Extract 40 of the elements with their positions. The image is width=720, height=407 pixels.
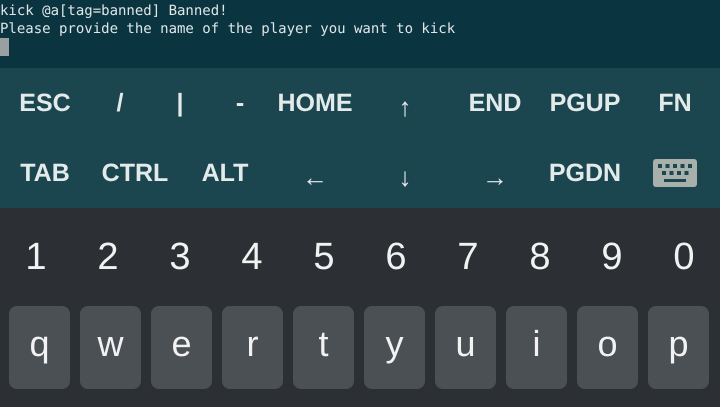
arrow-key[interactable]: ←: [270, 138, 360, 208]
number-key[interactable]: 6: [360, 208, 432, 306]
extra-key[interactable]: CTRL: [90, 138, 180, 208]
terminal-line: kick @a[tag=banned] Banned!: [0, 2, 228, 20]
number-key[interactable]: 4: [216, 208, 288, 306]
letter-key[interactable]: i: [506, 306, 567, 389]
extra-key[interactable]: END: [450, 68, 540, 138]
extra-key[interactable]: FN: [630, 68, 720, 138]
letter-key[interactable]: w: [80, 306, 141, 389]
letter-key[interactable]: y: [364, 306, 425, 389]
number-key[interactable]: 1: [0, 208, 72, 306]
extra-key[interactable]: PGUP: [540, 68, 630, 138]
extra-key[interactable]: PGDN: [540, 138, 630, 208]
number-key[interactable]: 0: [648, 208, 720, 306]
terminal-line: Please provide the name of the player you want to kick: [0, 20, 456, 38]
number-key[interactable]: 7: [432, 208, 504, 306]
letter-key[interactable]: p: [648, 306, 709, 389]
number-key[interactable]: 2: [72, 208, 144, 306]
extra-key[interactable]: |: [150, 68, 210, 138]
extra-key[interactable]: TAB: [0, 138, 90, 208]
number-key[interactable]: 9: [576, 208, 648, 306]
letter-key[interactable]: t: [293, 306, 354, 389]
letter-key[interactable]: e: [151, 306, 212, 389]
number-key[interactable]: 3: [144, 208, 216, 306]
text-cursor: [0, 38, 9, 56]
extra-key[interactable]: -: [210, 68, 270, 138]
arrow-key[interactable]: →: [450, 138, 540, 208]
letter-key[interactable]: u: [435, 306, 496, 389]
extra-key[interactable]: ESC: [0, 68, 90, 138]
number-key[interactable]: 8: [504, 208, 576, 306]
arrow-key[interactable]: ↑: [360, 68, 450, 138]
extra-key[interactable]: ALT: [180, 138, 270, 208]
number-key[interactable]: 5: [288, 208, 360, 306]
letter-key[interactable]: q: [9, 306, 70, 389]
keyboard-icon[interactable]: [653, 159, 697, 187]
extra-key[interactable]: /: [90, 68, 150, 138]
letter-key[interactable]: o: [577, 306, 638, 389]
extra-key[interactable]: HOME: [270, 68, 360, 138]
letter-key[interactable]: r: [222, 306, 283, 389]
arrow-key[interactable]: ↓: [360, 138, 450, 208]
